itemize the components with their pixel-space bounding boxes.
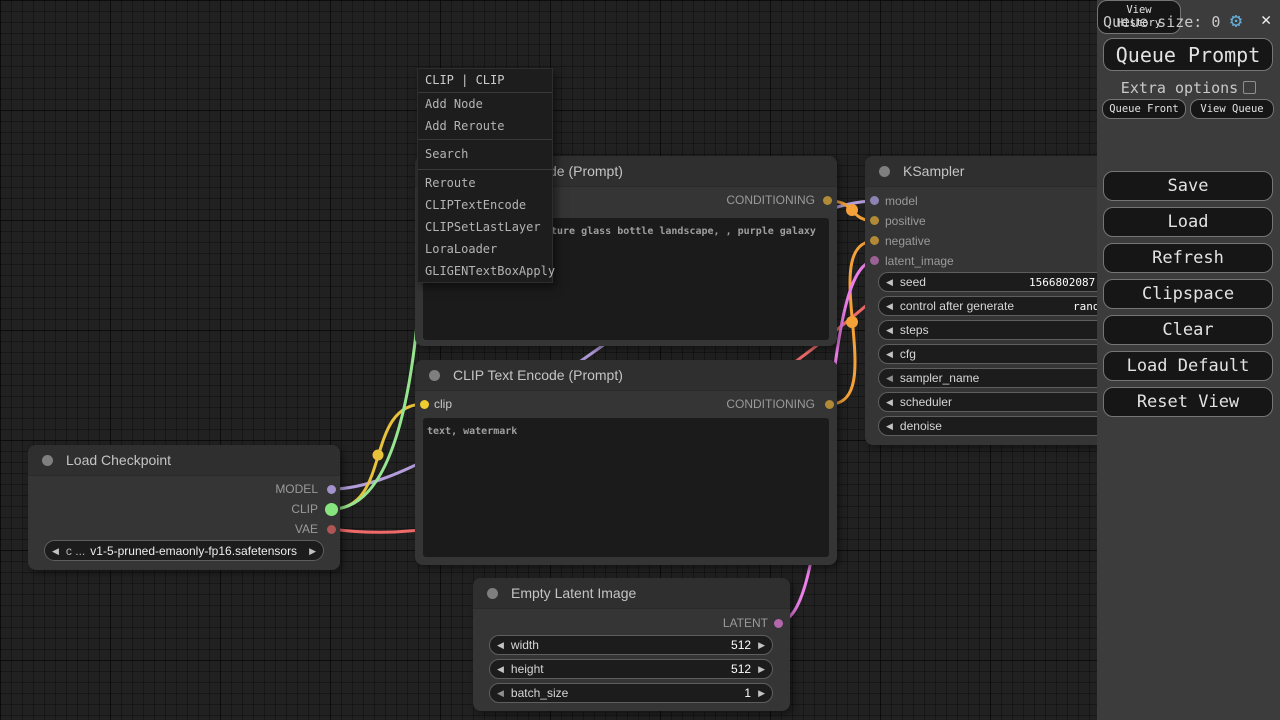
output-port-vae[interactable] <box>327 525 336 534</box>
positive-link-dot <box>846 204 858 216</box>
clear-button[interactable]: Clear <box>1103 315 1273 345</box>
node-load-checkpoint[interactable]: Load Checkpoint MODEL CLIP VAE ◀ c ... v… <box>28 445 340 570</box>
arrow-left-icon[interactable]: ◀ <box>879 272 900 292</box>
refresh-button[interactable]: Refresh <box>1103 243 1273 273</box>
queue-front-button[interactable]: Queue Front <box>1102 99 1186 119</box>
negative-link-dot <box>846 316 858 328</box>
arrow-left-icon[interactable]: ◀ <box>879 344 900 364</box>
reset-view-button[interactable]: Reset View <box>1103 387 1273 417</box>
node-empty-latent-image[interactable]: Empty Latent Image LATENT ◀ width 512 ▶ … <box>473 578 790 711</box>
collapse-dot[interactable] <box>42 455 53 466</box>
menu-item-cliptextencode[interactable]: CLIPTextEncode <box>418 194 552 216</box>
output-port-clip[interactable] <box>325 503 338 516</box>
output-port-latent[interactable] <box>774 619 783 628</box>
node-title-bar[interactable]: Load Checkpoint <box>28 445 340 476</box>
arrow-left-icon[interactable]: ◀ <box>490 683 511 703</box>
save-button[interactable]: Save <box>1103 171 1273 201</box>
node-clip-text-encode-negative[interactable]: CLIP Text Encode (Prompt) clip CONDITION… <box>415 360 837 565</box>
queue-size-label: Queue size: 0 <box>1103 13 1220 31</box>
collapse-dot[interactable] <box>879 166 890 177</box>
output-label-clip: CLIP <box>291 502 318 516</box>
extra-options-row: Extra options <box>1097 79 1280 95</box>
node-title-bar[interactable]: Empty Latent Image <box>473 578 790 609</box>
ckpt-name-value: v1-5-pruned-emaonly-fp16.safetensors <box>85 544 302 558</box>
arrow-right-icon[interactable]: ▶ <box>302 541 323 561</box>
clipspace-button[interactable]: Clipspace <box>1103 279 1273 309</box>
widget-seed-value: 1566802087 <box>1029 276 1095 289</box>
arrow-right-icon[interactable]: ▶ <box>751 683 772 703</box>
input-port-model[interactable] <box>870 196 879 205</box>
input-port-negative[interactable] <box>870 236 879 245</box>
connecting-link <box>332 272 421 509</box>
menu-item-gligentextboxapply[interactable]: GLIGENTextBoxApply <box>418 260 552 282</box>
arrow-right-icon[interactable]: ▶ <box>751 635 772 655</box>
arrow-left-icon[interactable]: ◀ <box>879 296 900 316</box>
input-label-clip: clip <box>434 397 452 411</box>
collapse-dot[interactable] <box>429 370 440 381</box>
input-label-negative: negative <box>885 234 930 248</box>
widget-ckpt-name[interactable]: ◀ c ... v1-5-pruned-emaonly-fp16.safeten… <box>44 540 324 561</box>
menu-item-search[interactable]: Search <box>418 142 552 167</box>
clip-link <box>332 404 424 509</box>
input-label-latent-image: latent_image <box>885 254 954 268</box>
arrow-left-icon[interactable]: ◀ <box>45 541 66 561</box>
arrow-left-icon[interactable]: ◀ <box>879 368 900 388</box>
prompt-text: text, watermark <box>427 426 517 437</box>
height-value: 512 <box>731 662 751 676</box>
widget-batch-size[interactable]: ◀ batch_size 1 ▶ <box>489 683 773 703</box>
node-title-bar[interactable]: CLIP Text Encode (Prompt) <box>415 360 837 391</box>
context-menu: CLIP | CLIP Add Node Add Reroute Search … <box>417 68 553 283</box>
prompt-textarea[interactable]: text, watermark <box>423 418 829 557</box>
node-title: Load Checkpoint <box>66 452 171 468</box>
settings-gear-icon[interactable]: ⚙ <box>1230 8 1242 32</box>
arrow-left-icon[interactable]: ◀ <box>879 320 900 340</box>
node-title: Empty Latent Image <box>511 585 636 601</box>
arrow-right-icon[interactable]: ▶ <box>751 659 772 679</box>
close-icon[interactable]: ✕ <box>1261 10 1271 30</box>
output-label-model: MODEL <box>275 482 318 496</box>
queue-prompt-button[interactable]: Queue Prompt <box>1103 38 1273 71</box>
menu-item-add-node[interactable]: Add Node <box>418 93 552 115</box>
prompt-text: ture glass bottle landscape, , purple ga… <box>551 226 816 237</box>
comfy-menu: Queue size: 0 ⚙ ✕ Queue Prompt Extra opt… <box>1097 0 1280 720</box>
input-label-model: model <box>885 194 918 208</box>
output-label-vae: VAE <box>295 522 318 536</box>
widget-width[interactable]: ◀ width 512 ▶ <box>489 635 773 655</box>
collapse-dot[interactable] <box>487 588 498 599</box>
node-title: KSampler <box>903 163 964 179</box>
node-canvas[interactable]: CLIP Text Encode (Prompt) CONDITIONING t… <box>0 0 1280 720</box>
input-port-positive[interactable] <box>870 216 879 225</box>
arrow-left-icon[interactable]: ◀ <box>490 659 511 679</box>
output-port-conditioning[interactable] <box>825 400 834 409</box>
extra-options-label: Extra options <box>1121 79 1238 97</box>
output-port-conditioning[interactable] <box>823 196 832 205</box>
extra-options-checkbox[interactable] <box>1243 81 1256 94</box>
output-label-conditioning: CONDITIONING <box>726 193 815 207</box>
comfyui-app: CLIP Text Encode (Prompt) CONDITIONING t… <box>0 0 1280 720</box>
menu-item-clipsetlastlayer[interactable]: CLIPSetLastLayer <box>418 216 552 238</box>
menu-separator <box>418 169 552 170</box>
widget-height[interactable]: ◀ height 512 ▶ <box>489 659 773 679</box>
batch-size-value: 1 <box>744 686 751 700</box>
arrow-left-icon[interactable]: ◀ <box>490 635 511 655</box>
output-label-conditioning: CONDITIONING <box>726 397 815 411</box>
menu-item-add-reroute[interactable]: Add Reroute <box>418 115 552 137</box>
input-port-latent-image[interactable] <box>870 256 879 265</box>
output-port-model[interactable] <box>327 485 336 494</box>
node-title: CLIP Text Encode (Prompt) <box>453 367 623 383</box>
input-label-positive: positive <box>885 214 926 228</box>
load-default-button[interactable]: Load Default <box>1103 351 1273 381</box>
width-value: 512 <box>731 638 751 652</box>
arrow-left-icon[interactable]: ◀ <box>879 416 900 436</box>
load-button[interactable]: Load <box>1103 207 1273 237</box>
view-queue-button[interactable]: View Queue <box>1190 99 1274 119</box>
menu-item-reroute[interactable]: Reroute <box>418 172 552 194</box>
context-menu-title: CLIP | CLIP <box>418 69 552 93</box>
clip-link-dot <box>373 450 384 461</box>
output-label-latent: LATENT <box>723 616 768 630</box>
input-port-clip[interactable] <box>420 400 429 409</box>
arrow-left-icon[interactable]: ◀ <box>879 392 900 412</box>
menu-item-loraloader[interactable]: LoraLoader <box>418 238 552 260</box>
menu-separator <box>418 139 552 140</box>
